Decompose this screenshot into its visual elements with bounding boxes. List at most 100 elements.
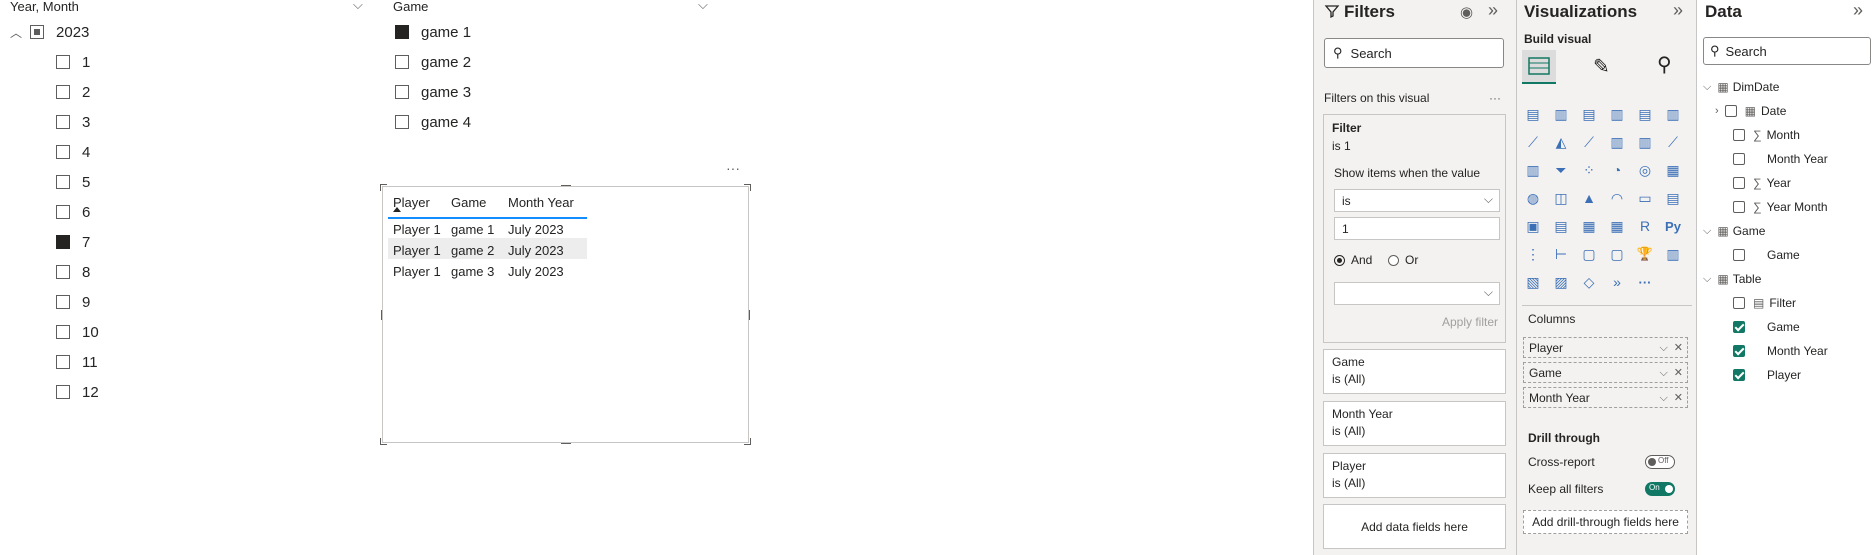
- second-operator-dropdown[interactable]: ⌵: [1334, 282, 1500, 305]
- column-header-game[interactable]: Game: [451, 195, 486, 210]
- checkbox-icon[interactable]: [1733, 153, 1745, 165]
- eye-icon[interactable]: ◉: [1460, 3, 1473, 21]
- resize-handle[interactable]: [561, 443, 571, 444]
- column-well-field[interactable]: Player ⌵ ✕: [1523, 337, 1688, 358]
- remove-icon[interactable]: ✕: [1674, 367, 1683, 379]
- data-field-item[interactable]: ∑ Year Month: [1733, 198, 1828, 216]
- 100-column-icon[interactable]: ▥: [1663, 104, 1683, 124]
- data-field-item[interactable]: Player: [1733, 366, 1801, 384]
- checkbox-icon[interactable]: [395, 55, 409, 69]
- decomposition-tree-icon[interactable]: ⊢: [1551, 244, 1571, 264]
- filter-card[interactable]: Player is (All): [1323, 453, 1506, 498]
- table-visual[interactable]: Player Game Month Year Player 1 game 1 Jul…: [380, 184, 751, 445]
- clustered-column-icon[interactable]: ▥: [1607, 104, 1627, 124]
- chevron-down-icon[interactable]: ⌵: [1703, 81, 1711, 94]
- pie-chart-icon[interactable]: ◔: [1607, 160, 1627, 180]
- column-well-field[interactable]: Month Year ⌵ ✕: [1523, 387, 1688, 408]
- chevron-down-icon[interactable]: ⌵: [1703, 225, 1711, 238]
- power-apps-icon[interactable]: ▧: [1523, 272, 1543, 292]
- keep-filters-toggle[interactable]: On: [1645, 482, 1675, 496]
- resize-handle[interactable]: [744, 438, 751, 445]
- chevron-down-icon[interactable]: ⌵: [698, 0, 708, 13]
- chevron-right-icon[interactable]: ›: [1715, 105, 1719, 117]
- collapse-pane-icon[interactable]: »: [1853, 0, 1863, 21]
- checkbox-icon[interactable]: [1733, 369, 1745, 381]
- scatter-icon[interactable]: ⁘: [1579, 160, 1599, 180]
- checkbox-icon[interactable]: [1733, 345, 1745, 357]
- analytics-tab-icon[interactable]: ⚲: [1657, 52, 1672, 77]
- apply-filter-button[interactable]: Apply filter: [1442, 315, 1498, 329]
- slicer-month-item[interactable]: 8: [56, 262, 90, 282]
- resize-handle[interactable]: [380, 184, 387, 191]
- slicer-month-item[interactable]: 4: [56, 142, 90, 162]
- and-radio[interactable]: And: [1334, 253, 1372, 267]
- add-data-fields-well[interactable]: Add data fields here: [1323, 504, 1506, 549]
- checkbox-icon[interactable]: [1733, 201, 1745, 213]
- chevron-down-icon[interactable]: ⌵: [1659, 367, 1667, 379]
- slicer-month-item[interactable]: 2: [56, 82, 90, 102]
- more-options-icon[interactable]: ···: [1635, 272, 1655, 292]
- checkbox-icon[interactable]: [1733, 321, 1745, 333]
- slicer-month-item[interactable]: 5: [56, 172, 90, 192]
- collapse-pane-icon[interactable]: »: [1673, 0, 1683, 21]
- checkbox-icon[interactable]: [56, 115, 70, 129]
- slicer-month-item[interactable]: 10: [56, 322, 99, 342]
- resize-handle[interactable]: [749, 310, 750, 320]
- checkbox-icon[interactable]: [1733, 297, 1745, 309]
- stacked-bar-icon[interactable]: ▤: [1523, 104, 1543, 124]
- filters-search-input[interactable]: ⚲ Search: [1324, 38, 1504, 68]
- data-field-item[interactable]: ▤ Filter: [1733, 294, 1796, 312]
- remove-icon[interactable]: ✕: [1674, 342, 1683, 354]
- key-influencers-icon[interactable]: ⋮: [1523, 244, 1543, 264]
- checkbox-icon[interactable]: [56, 175, 70, 189]
- data-field-item[interactable]: ∑ Year: [1733, 174, 1791, 192]
- resize-handle[interactable]: [380, 438, 387, 445]
- goals-icon[interactable]: 🏆: [1635, 244, 1655, 264]
- slicer-month-item[interactable]: 9: [56, 292, 90, 312]
- checkbox-icon[interactable]: [56, 295, 70, 309]
- checkbox-icon[interactable]: [56, 55, 70, 69]
- data-field-item[interactable]: Month Year: [1733, 342, 1828, 360]
- column-well-field[interactable]: Game ⌵ ✕: [1523, 362, 1688, 383]
- slicer-month-item[interactable]: 3: [56, 112, 90, 132]
- chevron-down-icon[interactable]: ⌵: [1703, 273, 1711, 286]
- data-table-node[interactable]: ⌵ ▦ Table: [1703, 270, 1761, 288]
- chevron-down-icon[interactable]: ⌵: [1659, 392, 1667, 404]
- filled-map-icon[interactable]: ◫: [1551, 188, 1571, 208]
- azure-map-icon[interactable]: ▲: [1579, 188, 1599, 208]
- column-header-month-year[interactable]: Month Year: [508, 195, 574, 210]
- kpi-icon[interactable]: ▣: [1523, 216, 1543, 236]
- chevron-up-icon[interactable]: ︿: [10, 24, 22, 41]
- slicer-month-item[interactable]: 6: [56, 202, 90, 222]
- slicer-year-2023[interactable]: ︿ 2023: [10, 22, 89, 42]
- table-visual-more[interactable]: ···: [726, 160, 740, 176]
- checkbox-icon[interactable]: [395, 115, 409, 129]
- chevron-down-icon[interactable]: ⌵: [1659, 342, 1667, 354]
- checkbox-icon[interactable]: [1724, 105, 1737, 117]
- checkbox-icon[interactable]: [56, 85, 70, 99]
- checkbox-icon[interactable]: [56, 205, 70, 219]
- checkbox-icon[interactable]: [56, 235, 70, 249]
- resize-handle[interactable]: [381, 310, 382, 320]
- checkbox-icon[interactable]: [56, 355, 70, 369]
- more-options-icon[interactable]: ···: [1489, 91, 1501, 105]
- checkbox-icon[interactable]: [1733, 177, 1745, 189]
- operator-dropdown[interactable]: is ⌵: [1334, 189, 1500, 212]
- slicer-icon[interactable]: ▤: [1551, 216, 1571, 236]
- ribbon-chart-icon[interactable]: ⟋: [1663, 132, 1683, 152]
- drill-through-well[interactable]: Add drill-through fields here: [1523, 510, 1688, 534]
- remove-icon[interactable]: ✕: [1674, 392, 1683, 404]
- checkbox-icon[interactable]: [395, 85, 409, 99]
- donut-chart-icon[interactable]: ◎: [1635, 160, 1655, 180]
- slicer-month-item[interactable]: 11: [56, 352, 98, 372]
- cross-report-toggle[interactable]: Off: [1645, 455, 1675, 469]
- slicer-game-item[interactable]: game 2: [395, 52, 471, 72]
- slicer-month-item[interactable]: 7: [56, 232, 90, 252]
- gauge-icon[interactable]: ◠: [1607, 188, 1627, 208]
- slicer-month-item[interactable]: 1: [56, 52, 90, 72]
- filter-value-input[interactable]: 1: [1334, 217, 1500, 240]
- paginated-report-icon[interactable]: ▥: [1663, 244, 1683, 264]
- checkbox-icon[interactable]: [56, 385, 70, 399]
- filter-card-active[interactable]: Filter is 1 Show items when the value is…: [1323, 114, 1506, 343]
- data-table-node[interactable]: ⌵ ▦ Game: [1703, 222, 1765, 240]
